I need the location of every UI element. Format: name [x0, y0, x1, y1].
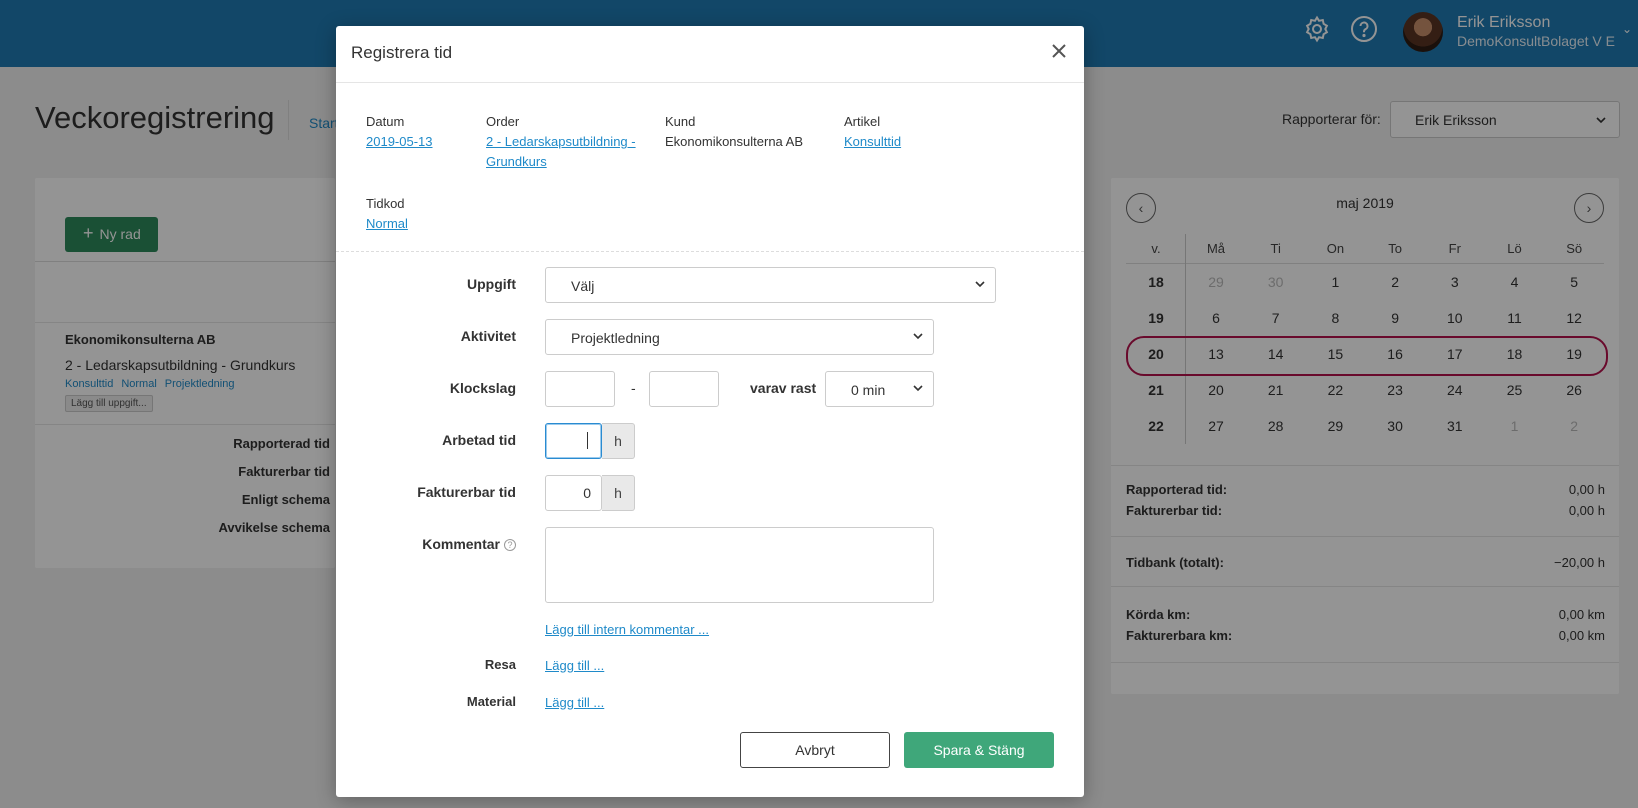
order-link[interactable]: 2 - Ledarskapsutbildning - Grundkurs	[486, 132, 636, 172]
break-select-value: 0 min	[851, 382, 886, 398]
customer-value: Ekonomikonsulterna AB	[665, 134, 804, 149]
timecode-link[interactable]: Normal	[366, 214, 408, 234]
add-internal-comment-link[interactable]: Lägg till intern kommentar ...	[545, 622, 709, 637]
article-label: Artikel	[844, 114, 881, 129]
clock-to-input[interactable]	[649, 371, 719, 407]
travel-label: Resa	[484, 657, 516, 672]
timecode-label: Tidkod	[366, 196, 405, 211]
customer-label: Kund	[665, 114, 696, 129]
text-cursor	[587, 432, 588, 449]
chevron-down-icon	[912, 382, 924, 394]
clock-from-input[interactable]	[545, 371, 615, 407]
order-label: Order	[486, 114, 520, 129]
activity-select[interactable]: Projektledning	[545, 319, 934, 355]
close-icon[interactable]	[1048, 40, 1070, 62]
task-label: Uppgift	[467, 276, 516, 292]
worked-time-input[interactable]	[545, 423, 602, 459]
worked-time-unit: h	[602, 423, 635, 459]
clock-label: Klockslag	[449, 380, 516, 396]
billable-time-unit: h	[602, 475, 635, 511]
add-material-link[interactable]: Lägg till ...	[545, 695, 604, 710]
task-select-value: Välj	[571, 278, 595, 294]
chevron-down-icon	[974, 278, 986, 290]
worked-time-label: Arbetad tid	[442, 432, 516, 448]
break-label: varav rast	[750, 380, 817, 396]
comment-label: Kommentar?	[336, 536, 516, 552]
modal-title: Registrera tid	[351, 43, 453, 62]
comment-label-text: Kommentar	[422, 536, 500, 552]
break-select[interactable]: 0 min	[825, 371, 934, 407]
chevron-down-icon	[912, 330, 924, 342]
cancel-button[interactable]: Avbryt	[740, 732, 890, 768]
activity-label: Aktivitet	[460, 328, 516, 344]
billable-time-label: Fakturerbar tid	[417, 484, 516, 500]
comment-textarea[interactable]	[545, 527, 934, 603]
question-icon[interactable]: ?	[504, 539, 516, 551]
divider	[336, 251, 1084, 252]
task-select[interactable]: Välj	[545, 267, 996, 303]
billable-time-input[interactable]	[545, 475, 602, 511]
divider	[336, 82, 1084, 83]
register-time-modal: Registrera tid Datum 2019-05-13 Order 2 …	[336, 26, 1084, 797]
clock-separator: -	[631, 380, 636, 396]
save-and-close-button[interactable]: Spara & Stäng	[904, 732, 1054, 768]
activity-select-value: Projektledning	[571, 330, 660, 346]
article-link[interactable]: Konsulttid	[844, 132, 901, 152]
add-travel-link[interactable]: Lägg till ...	[545, 658, 604, 673]
date-label: Datum	[366, 114, 405, 129]
date-link[interactable]: 2019-05-13	[366, 132, 433, 152]
material-label: Material	[466, 694, 516, 709]
